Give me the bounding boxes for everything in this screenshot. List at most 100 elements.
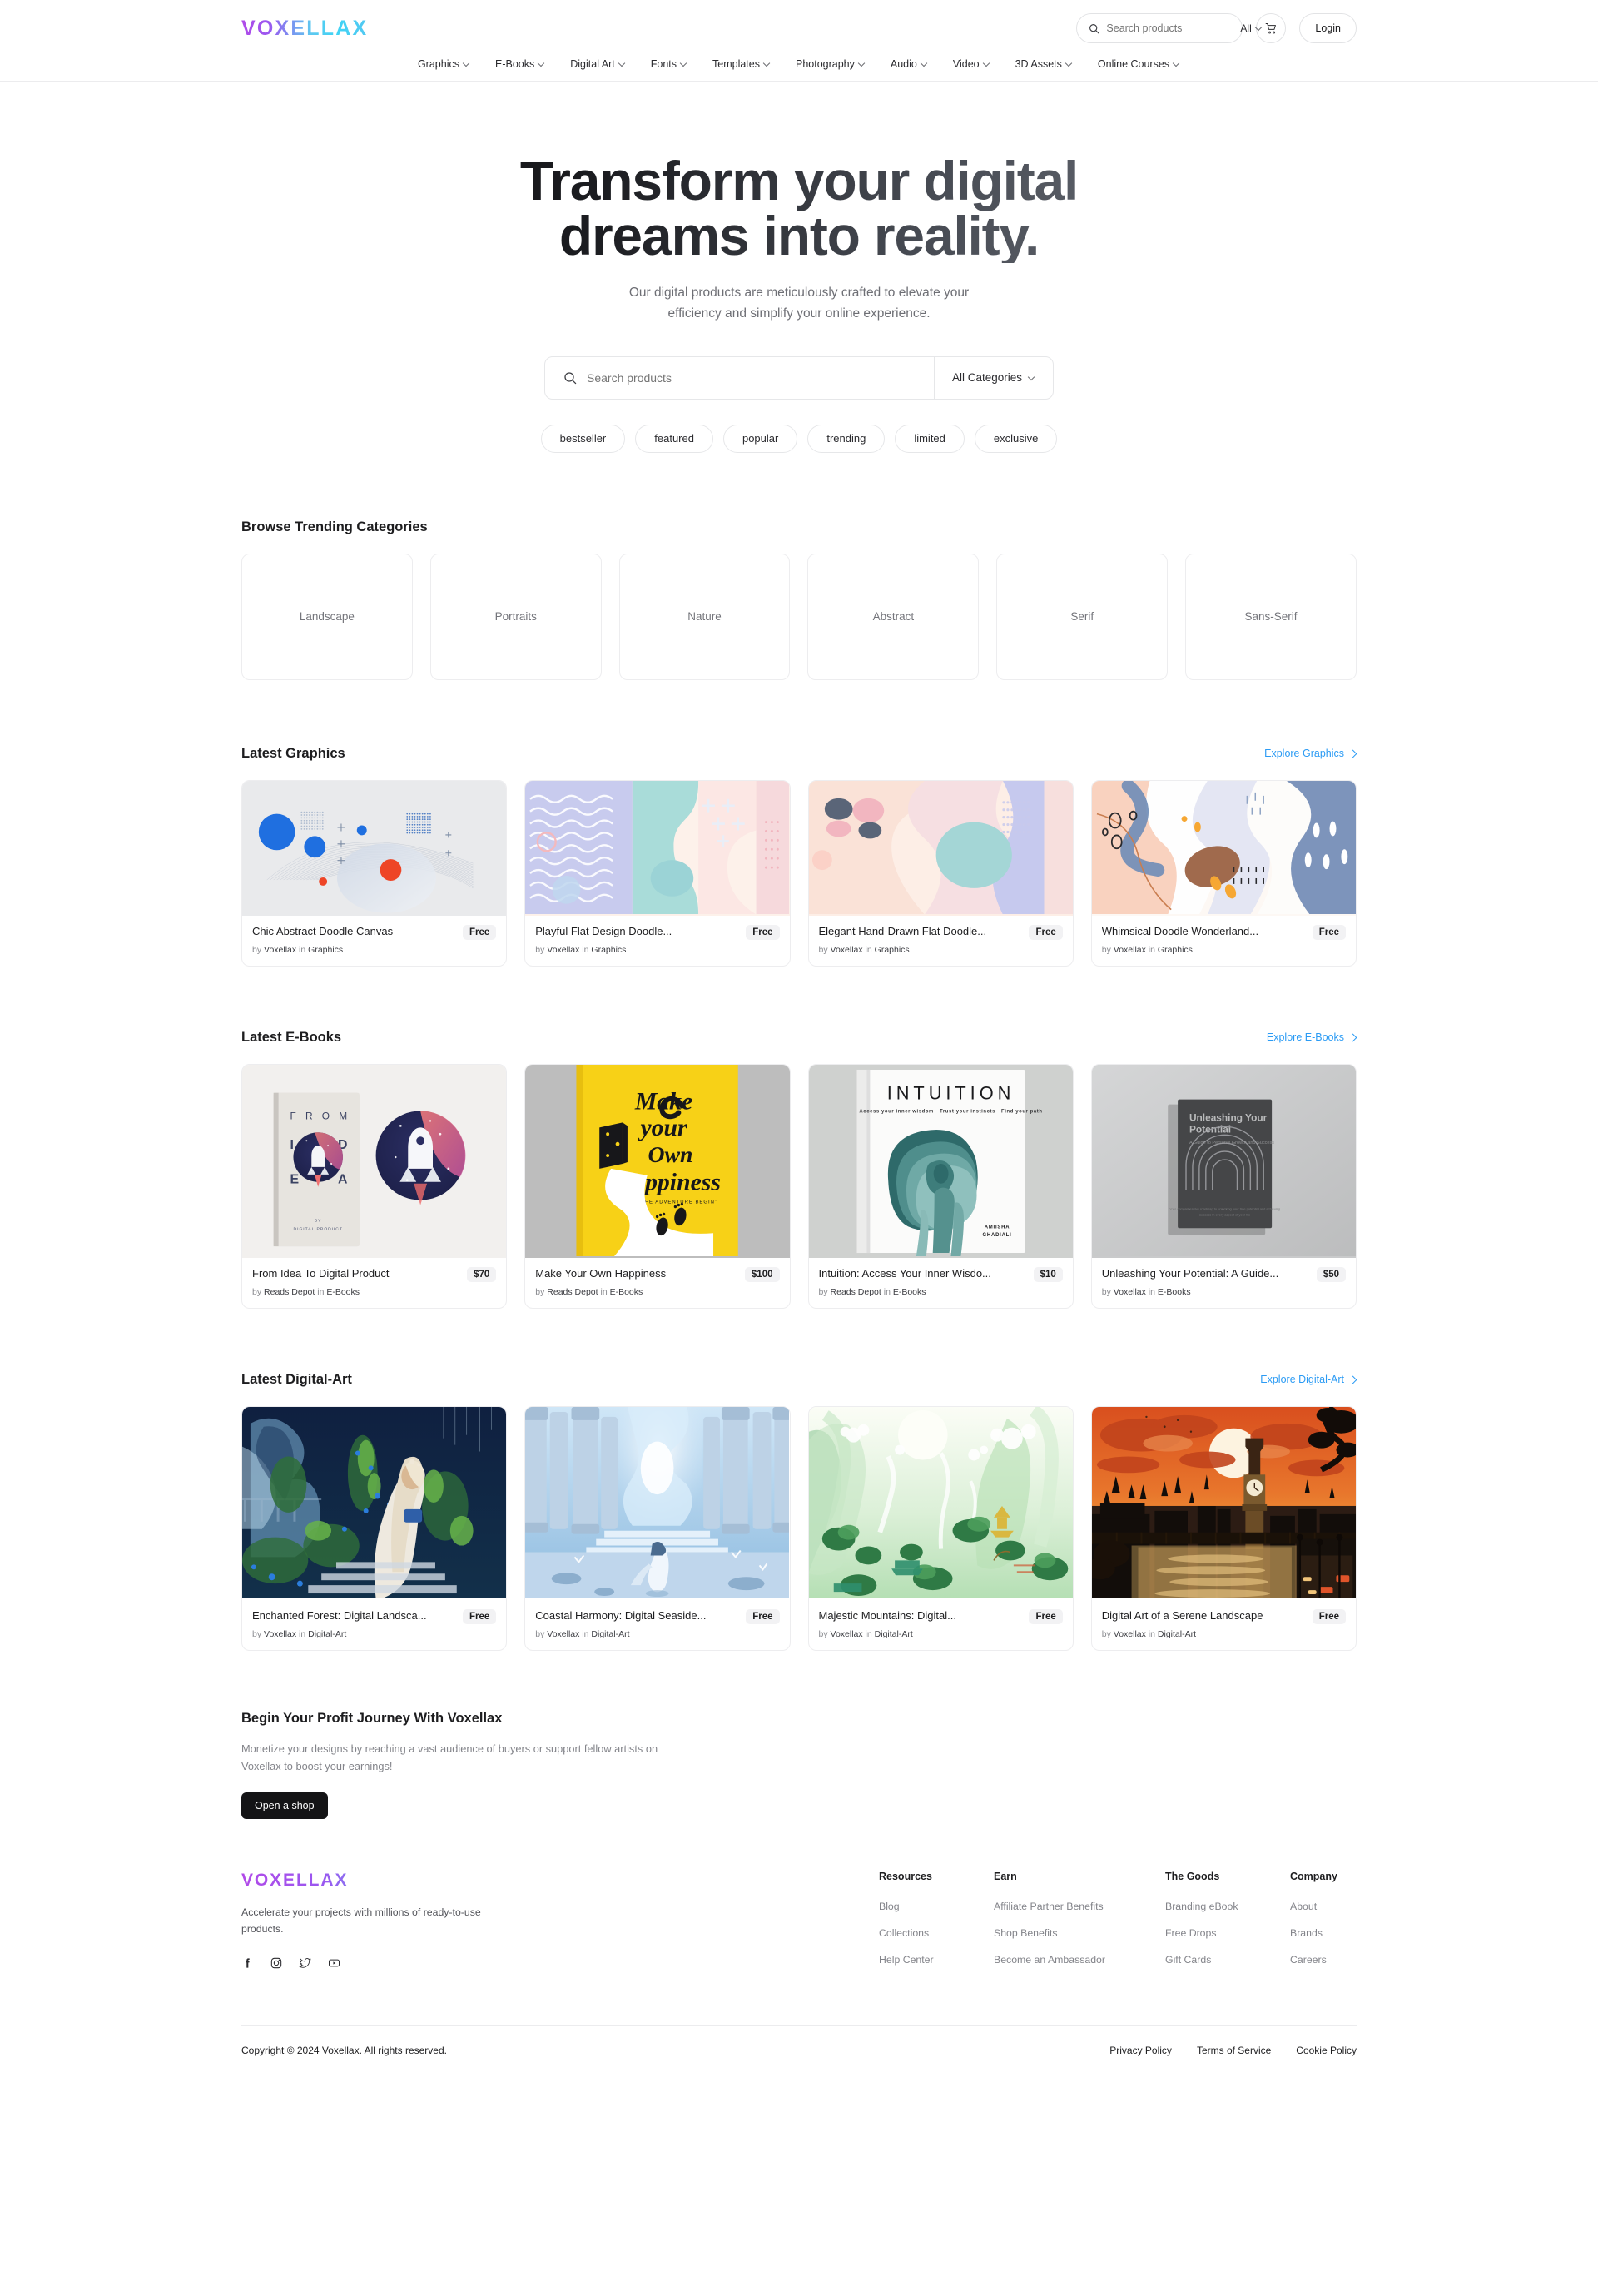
nav-item-e-books[interactable]: E-Books <box>495 58 545 70</box>
tag-trending[interactable]: trending <box>807 424 886 453</box>
product-card[interactable]: Make your Own Happiness "AND THE ADVENTU… <box>524 1063 791 1309</box>
legal-link-privacy-policy[interactable]: Privacy Policy <box>1109 2045 1172 2056</box>
open-a-shop-button[interactable]: Open a shop <box>241 1792 328 1820</box>
product-thumbnail[interactable] <box>525 780 790 916</box>
header-search[interactable]: All <box>1076 13 1252 43</box>
category-card-landscape[interactable]: Landscape <box>241 553 413 680</box>
nav-item-fonts[interactable]: Fonts <box>651 58 687 70</box>
footer-link[interactable]: Collections <box>879 1927 994 1939</box>
product-thumbnail[interactable] <box>242 780 507 916</box>
category-card-serif[interactable]: Serif <box>996 553 1169 680</box>
product-card[interactable]: INTUITION Access your inner wisdom · Tru… <box>807 1063 1074 1309</box>
product-author[interactable]: Voxellax <box>831 945 863 955</box>
product-author[interactable]: Voxellax <box>547 945 579 955</box>
explore-ebooks-link[interactable]: Explore E-Books <box>1267 1031 1357 1043</box>
product-category[interactable]: Graphics <box>1158 945 1193 955</box>
product-thumbnail[interactable] <box>242 1406 507 1600</box>
product-thumbnail[interactable] <box>525 1406 790 1600</box>
tag-limited[interactable]: limited <box>895 424 965 453</box>
product-category[interactable]: Graphics <box>591 945 626 955</box>
nav-item-digital-art[interactable]: Digital Art <box>570 58 626 70</box>
product-author[interactable]: Reads Depot <box>264 1287 315 1297</box>
footer-link[interactable]: Gift Cards <box>1165 1954 1290 1966</box>
twitter-link[interactable] <box>298 1956 312 1974</box>
product-card[interactable]: Chic Abstract Doodle Canvas Free by Voxell… <box>241 779 508 967</box>
tag-bestseller[interactable]: bestseller <box>540 424 626 453</box>
product-author[interactable]: Voxellax <box>1114 1629 1146 1639</box>
footer-link[interactable]: Become an Ambassador <box>994 1954 1165 1966</box>
product-category[interactable]: Graphics <box>308 945 343 955</box>
category-card-abstract[interactable]: Abstract <box>807 553 980 680</box>
product-author[interactable]: Reads Depot <box>547 1287 598 1297</box>
category-card-nature[interactable]: Nature <box>618 553 791 680</box>
nav-item-3d-assets[interactable]: 3D Assets <box>1015 58 1073 70</box>
category-card-sans-serif[interactable]: Sans-Serif <box>1185 553 1357 680</box>
product-card[interactable]: Enchanted Forest: Digital Landsca... Free… <box>241 1405 508 1651</box>
footer-link[interactable]: Branding eBook <box>1165 1901 1290 1912</box>
hero-search-input[interactable] <box>587 370 934 385</box>
product-thumbnail[interactable] <box>808 1406 1073 1600</box>
product-thumbnail[interactable]: Unleashing Your Potential A Guide to Per… <box>1091 1064 1356 1258</box>
nav-item-online-courses[interactable]: Online Courses <box>1098 58 1180 70</box>
nav-item-templates[interactable]: Templates <box>712 58 771 70</box>
nav-item-audio[interactable]: Audio <box>891 58 928 70</box>
hero-search-field[interactable] <box>545 370 934 385</box>
product-category[interactable]: E-Books <box>1158 1287 1191 1297</box>
footer-link[interactable]: Shop Benefits <box>994 1927 1165 1939</box>
product-card[interactable]: Majestic Mountains: Digital... Free by Vox… <box>807 1405 1074 1651</box>
product-author[interactable]: Voxellax <box>1114 945 1146 955</box>
product-card[interactable]: Playful Flat Design Doodle... Free by Voxe… <box>524 779 791 967</box>
hero-category-select[interactable]: All Categories <box>935 371 1053 384</box>
product-author[interactable]: Voxellax <box>1114 1287 1146 1297</box>
nav-item-video[interactable]: Video <box>953 58 990 70</box>
product-card[interactable]: Elegant Hand-Drawn Flat Doodle... Free by … <box>807 779 1074 967</box>
tag-featured[interactable]: featured <box>635 424 713 453</box>
site-logo[interactable]: VOXELLAX <box>241 17 368 41</box>
product-thumbnail[interactable]: F R O M I D E A BY DIGITAL PRODUCT <box>242 1064 507 1258</box>
hero-search-bar[interactable]: All Categories <box>544 355 1054 400</box>
product-card[interactable]: Digital Art of a Serene Landscape Free by … <box>1090 1405 1357 1651</box>
login-button[interactable]: Login <box>1299 13 1357 43</box>
tag-popular[interactable]: popular <box>722 424 798 453</box>
footer-link[interactable]: Brands <box>1290 1927 1357 1939</box>
product-thumbnail[interactable] <box>1091 1406 1356 1600</box>
instagram-link[interactable] <box>270 1956 283 1974</box>
footer-link[interactable]: Free Drops <box>1165 1927 1290 1939</box>
nav-item-graphics[interactable]: Graphics <box>418 58 470 70</box>
product-category[interactable]: Digital-Art <box>308 1629 346 1639</box>
product-category[interactable]: Digital-Art <box>591 1629 629 1639</box>
youtube-link[interactable] <box>327 1956 341 1974</box>
product-card[interactable]: Whimsical Doodle Wonderland... Free by Vox… <box>1090 779 1357 967</box>
category-card-portraits[interactable]: Portraits <box>429 553 602 680</box>
legal-link-terms-of-service[interactable]: Terms of Service <box>1197 2045 1271 2056</box>
product-category[interactable]: Digital-Art <box>1158 1629 1196 1639</box>
footer-link[interactable]: Careers <box>1290 1954 1357 1966</box>
product-author[interactable]: Voxellax <box>547 1629 579 1639</box>
footer-link[interactable]: Blog <box>879 1901 994 1912</box>
product-category[interactable]: E-Books <box>326 1287 360 1297</box>
nav-item-photography[interactable]: Photography <box>796 58 866 70</box>
header-search-input[interactable] <box>1099 22 1241 34</box>
product-category[interactable]: E-Books <box>610 1287 643 1297</box>
product-thumbnail[interactable] <box>1091 780 1356 916</box>
footer-logo[interactable]: VOXELLAX <box>241 1871 608 1891</box>
facebook-link[interactable] <box>241 1956 255 1974</box>
product-author[interactable]: Reads Depot <box>831 1287 881 1297</box>
footer-link[interactable]: Help Center <box>879 1954 994 1966</box>
footer-link[interactable]: About <box>1290 1901 1357 1912</box>
product-thumbnail[interactable]: INTUITION Access your inner wisdom · Tru… <box>808 1064 1073 1258</box>
product-card[interactable]: F R O M I D E A BY DIGITAL PRODUCT From … <box>241 1063 508 1309</box>
legal-link-cookie-policy[interactable]: Cookie Policy <box>1296 2045 1357 2056</box>
product-category[interactable]: Graphics <box>875 945 910 955</box>
product-category[interactable]: E-Books <box>893 1287 926 1297</box>
product-card[interactable]: Coastal Harmony: Digital Seaside... Free b… <box>524 1405 791 1651</box>
product-author[interactable]: Voxellax <box>831 1629 863 1639</box>
tag-exclusive[interactable]: exclusive <box>974 424 1058 453</box>
product-card[interactable]: Unleashing Your Potential A Guide to Per… <box>1090 1063 1357 1309</box>
footer-link[interactable]: Affiliate Partner Benefits <box>994 1901 1165 1912</box>
product-author[interactable]: Voxellax <box>264 1629 296 1639</box>
product-category[interactable]: Digital-Art <box>875 1629 913 1639</box>
explore-digitalart-link[interactable]: Explore Digital-Art <box>1260 1374 1357 1385</box>
product-author[interactable]: Voxellax <box>264 945 296 955</box>
product-thumbnail[interactable]: Make your Own Happiness "AND THE ADVENTU… <box>525 1064 790 1258</box>
